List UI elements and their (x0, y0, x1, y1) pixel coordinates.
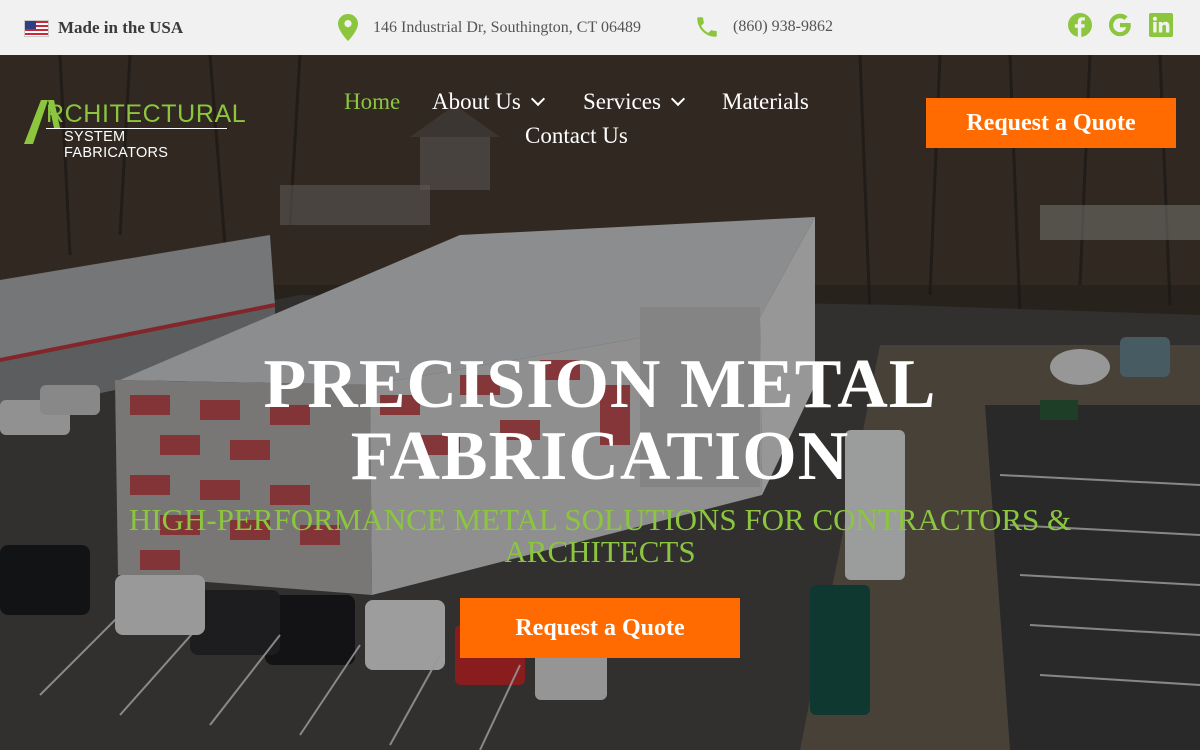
chevron-down-icon (530, 91, 545, 107)
hero-title: PRECISION METAL FABRICATION (0, 349, 1200, 493)
hero-subtitle-line2: ARCHITECTS (504, 534, 696, 569)
map-pin-icon (338, 14, 358, 41)
hero-subtitle: HIGH-PERFORMANCE METAL SOLUTIONS FOR CON… (100, 504, 1100, 568)
nav-materials[interactable]: Materials (722, 89, 809, 115)
logo-line1: RCHITECTURAL (46, 100, 247, 128)
nav-about-us[interactable]: About Us (432, 89, 545, 115)
phone-link[interactable]: (860) 938-9862 (694, 14, 833, 40)
hero-subtitle-line1: HIGH-PERFORMANCE METAL SOLUTIONS FOR CON… (128, 502, 1072, 537)
nav-services-label: Services (583, 89, 661, 114)
hero-title-line2: FABRICATION (350, 418, 850, 495)
top-info-bar: Made in the USA 146 Industrial Dr, South… (0, 0, 1200, 55)
nav-about-us-label: About Us (432, 89, 521, 114)
google-icon[interactable] (1107, 12, 1133, 38)
hero-section: RCHITECTURAL SYSTEM FABRICATORS Home Abo… (0, 55, 1200, 750)
phone-text[interactable]: (860) 938-9862 (733, 18, 833, 36)
hero-request-quote-button[interactable]: Request a Quote (460, 598, 740, 658)
hero-title-line1: PRECISION METAL (263, 346, 937, 423)
nav-home[interactable]: Home (344, 89, 400, 115)
made-in-usa-text: Made in the USA (58, 18, 184, 37)
nav-services[interactable]: Services (583, 89, 685, 115)
nav-contact-us[interactable]: Contact Us (525, 123, 628, 149)
phone-icon (697, 17, 717, 37)
made-in-usa: Made in the USA (24, 18, 183, 38)
header-request-quote-button[interactable]: Request a Quote (926, 98, 1176, 148)
address-link[interactable]: 146 Industrial Dr, Southington, CT 06489 (338, 14, 641, 41)
facebook-icon[interactable] (1067, 12, 1093, 38)
chevron-down-icon (670, 91, 685, 107)
site-logo[interactable]: RCHITECTURAL SYSTEM FABRICATORS (24, 100, 246, 161)
linkedin-icon[interactable] (1148, 12, 1174, 38)
address-text[interactable]: 146 Industrial Dr, Southington, CT 06489 (373, 19, 641, 37)
us-flag-icon (24, 19, 49, 37)
logo-line2: SYSTEM FABRICATORS (64, 129, 169, 161)
